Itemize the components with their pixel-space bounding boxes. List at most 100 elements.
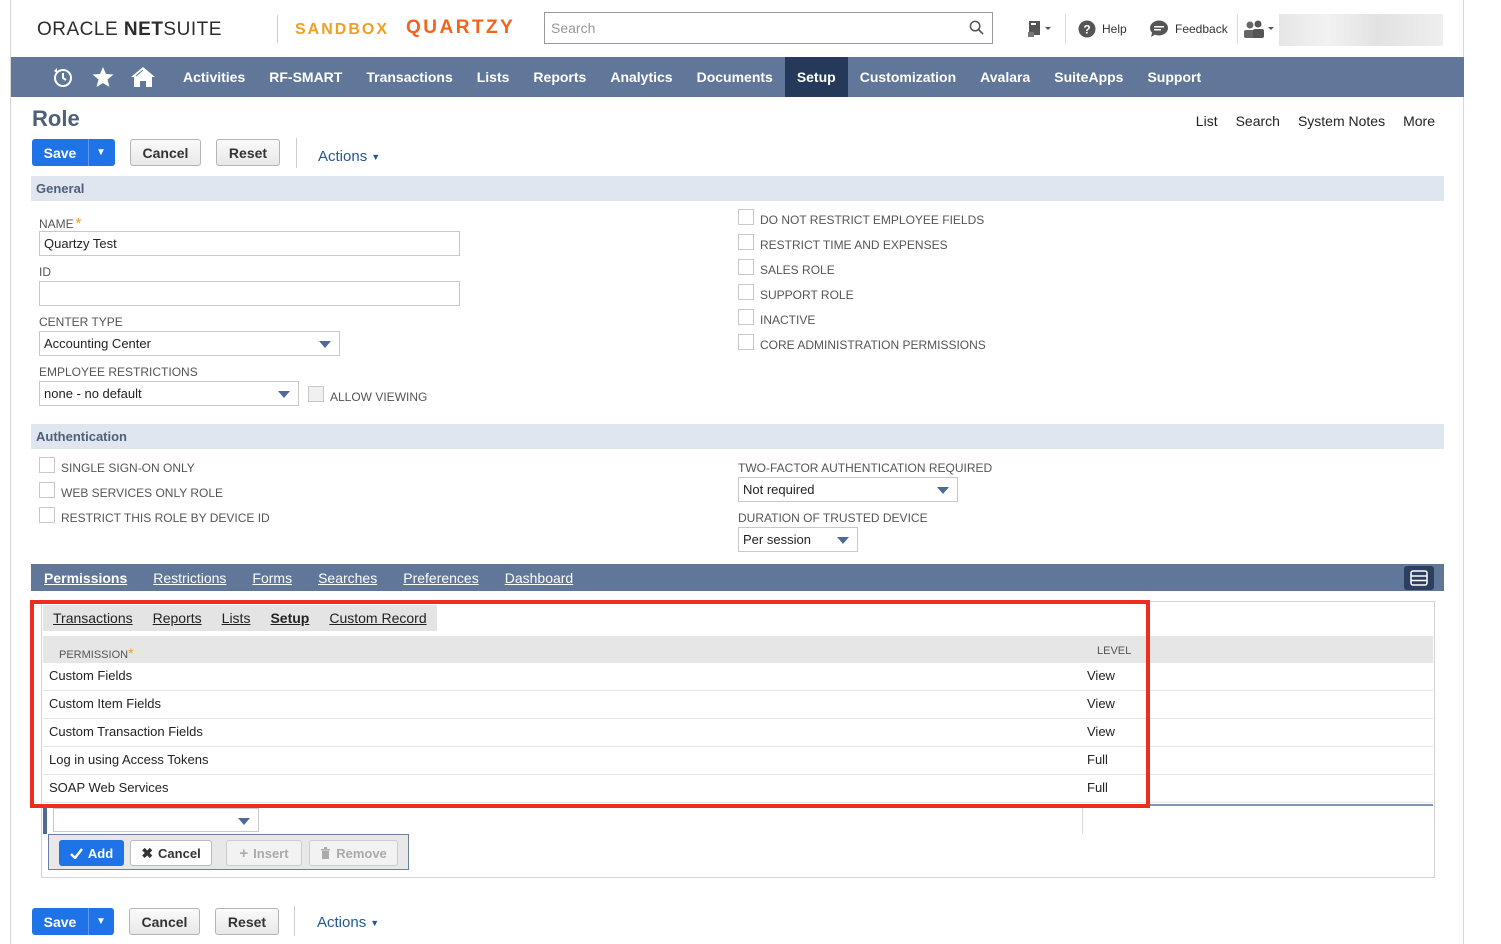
- checkbox-box[interactable]: [39, 507, 55, 523]
- trash-icon: [321, 847, 331, 859]
- sales-role-checkbox[interactable]: SALES ROLE: [738, 259, 835, 277]
- more-link[interactable]: More: [1403, 113, 1435, 129]
- checkbox-box[interactable]: [738, 309, 754, 325]
- perm-tab-transactions[interactable]: Transactions: [43, 605, 143, 631]
- checkbox-box[interactable]: [39, 482, 55, 498]
- tab-permissions[interactable]: Permissions: [31, 570, 140, 586]
- checkbox-box[interactable]: [738, 334, 754, 350]
- nav-suiteapps[interactable]: SuiteApps: [1042, 57, 1135, 97]
- inactive-checkbox[interactable]: INACTIVE: [738, 309, 815, 327]
- checkbox-box[interactable]: [738, 209, 754, 225]
- favorites-star-icon[interactable]: [83, 57, 123, 97]
- sso-only-checkbox[interactable]: SINGLE SIGN-ON ONLY: [39, 457, 195, 475]
- nav-transactions[interactable]: Transactions: [354, 57, 464, 97]
- level-column-header[interactable]: LEVEL: [1097, 645, 1131, 657]
- global-search[interactable]: [544, 12, 993, 44]
- save-label[interactable]: Save: [32, 139, 89, 166]
- table-row[interactable]: Custom Fields View: [43, 663, 1433, 691]
- checkbox-box[interactable]: [738, 234, 754, 250]
- tab-layout-toggle[interactable]: [1404, 566, 1434, 590]
- permission-select[interactable]: [53, 808, 259, 832]
- search-link[interactable]: Search: [1236, 113, 1280, 129]
- nav-analytics[interactable]: Analytics: [598, 57, 684, 97]
- checkbox-box[interactable]: [738, 259, 754, 275]
- list-link[interactable]: List: [1196, 113, 1218, 129]
- tab-searches[interactable]: Searches: [305, 570, 390, 586]
- nav-reports[interactable]: Reports: [521, 57, 598, 97]
- save-button[interactable]: Save ▼: [32, 139, 115, 166]
- search-input[interactable]: [545, 13, 955, 43]
- dropdown-caret-icon: [837, 537, 849, 544]
- authentication-section-header[interactable]: Authentication: [31, 424, 1444, 449]
- checkbox-box[interactable]: [39, 457, 55, 473]
- main-nav: Activities RF-SMART Transactions Lists R…: [11, 57, 1464, 97]
- user-account-info[interactable]: [1279, 14, 1443, 46]
- line-cancel-button[interactable]: ✖ Cancel: [130, 840, 212, 866]
- general-section-header[interactable]: General: [31, 176, 1444, 201]
- save-button-bottom[interactable]: Save ▼: [32, 908, 114, 935]
- tab-preferences[interactable]: Preferences: [390, 570, 491, 586]
- system-notes-link[interactable]: System Notes: [1298, 113, 1385, 129]
- tab-forms[interactable]: Forms: [239, 570, 305, 586]
- nav-support[interactable]: Support: [1135, 57, 1213, 97]
- permission-column-header[interactable]: PERMISSION*: [59, 645, 134, 661]
- nav-avalara[interactable]: Avalara: [968, 57, 1042, 97]
- nav-rf-smart[interactable]: RF-SMART: [257, 57, 354, 97]
- recent-history-icon[interactable]: [43, 57, 83, 97]
- feedback-button[interactable]: Feedback: [1149, 18, 1228, 40]
- nav-customization[interactable]: Customization: [848, 57, 968, 97]
- feedback-label[interactable]: Feedback: [1175, 22, 1228, 36]
- home-icon[interactable]: [123, 57, 163, 97]
- help-label[interactable]: Help: [1102, 22, 1127, 36]
- table-row[interactable]: Custom Transaction Fields View: [43, 719, 1433, 747]
- tab-restrictions[interactable]: Restrictions: [140, 570, 239, 586]
- save-dropdown-icon[interactable]: ▼: [89, 139, 113, 166]
- restrict-time-expenses-checkbox[interactable]: RESTRICT TIME AND EXPENSES: [738, 234, 948, 252]
- page-title: Role: [32, 106, 80, 131]
- help-button[interactable]: ? Help: [1078, 18, 1127, 40]
- nav-documents[interactable]: Documents: [685, 57, 785, 97]
- checkbox-box[interactable]: [738, 284, 754, 300]
- cancel-button-bottom[interactable]: Cancel: [129, 908, 200, 935]
- reset-button[interactable]: Reset: [216, 139, 280, 166]
- actions-menu-bottom[interactable]: Actions ▼: [317, 914, 379, 931]
- restrict-device-id-checkbox[interactable]: RESTRICT THIS ROLE BY DEVICE ID: [39, 507, 270, 525]
- save-label[interactable]: Save: [32, 908, 89, 935]
- center-type-select[interactable]: Accounting Center: [39, 331, 340, 356]
- add-button[interactable]: Add: [59, 840, 124, 866]
- allow-viewing-checkbox[interactable]: ALLOW VIEWING: [308, 386, 427, 404]
- cancel-button[interactable]: Cancel: [130, 139, 201, 166]
- nav-activities[interactable]: Activities: [171, 57, 257, 97]
- nav-lists[interactable]: Lists: [465, 57, 522, 97]
- remove-button[interactable]: Remove: [309, 840, 398, 866]
- search-icon[interactable]: [969, 20, 984, 35]
- insert-button[interactable]: + Insert: [226, 840, 302, 866]
- netsuite-logo[interactable]: ORACLE NETSUITE: [37, 19, 222, 41]
- perm-tab-reports[interactable]: Reports: [143, 605, 212, 631]
- core-admin-permissions-checkbox[interactable]: CORE ADMINISTRATION PERMISSIONS: [738, 334, 986, 352]
- tab-dashboard[interactable]: Dashboard: [492, 570, 587, 586]
- reset-button-bottom[interactable]: Reset: [215, 908, 279, 935]
- table-row[interactable]: Custom Item Fields View: [43, 691, 1433, 719]
- checkbox-box[interactable]: [308, 386, 324, 402]
- table-row[interactable]: Log in using Access Tokens Full: [43, 747, 1433, 775]
- actions-menu[interactable]: Actions ▼: [318, 148, 380, 165]
- recent-records-button[interactable]: [1026, 18, 1052, 40]
- do-not-restrict-checkbox[interactable]: DO NOT RESTRICT EMPLOYEE FIELDS: [738, 209, 984, 227]
- table-row[interactable]: SOAP Web Services Full: [43, 775, 1433, 803]
- nav-setup[interactable]: Setup: [784, 57, 848, 97]
- id-field[interactable]: [39, 281, 460, 306]
- web-services-only-checkbox[interactable]: WEB SERVICES ONLY ROLE: [39, 482, 223, 500]
- name-label: NAME *: [39, 215, 82, 232]
- support-role-checkbox[interactable]: SUPPORT ROLE: [738, 284, 854, 302]
- name-field[interactable]: Quartzy Test: [39, 231, 460, 256]
- trusted-device-select[interactable]: Per session: [738, 527, 858, 552]
- level-cell: Full: [1087, 752, 1108, 767]
- perm-tab-lists[interactable]: Lists: [212, 605, 261, 631]
- two-factor-select[interactable]: Not required: [738, 477, 958, 502]
- save-dropdown-icon[interactable]: ▼: [89, 908, 113, 935]
- perm-tab-custom-record[interactable]: Custom Record: [319, 605, 436, 631]
- role-switcher-button[interactable]: [1242, 18, 1276, 40]
- employee-restrictions-select[interactable]: none - no default: [39, 381, 299, 406]
- perm-tab-setup[interactable]: Setup: [260, 605, 320, 631]
